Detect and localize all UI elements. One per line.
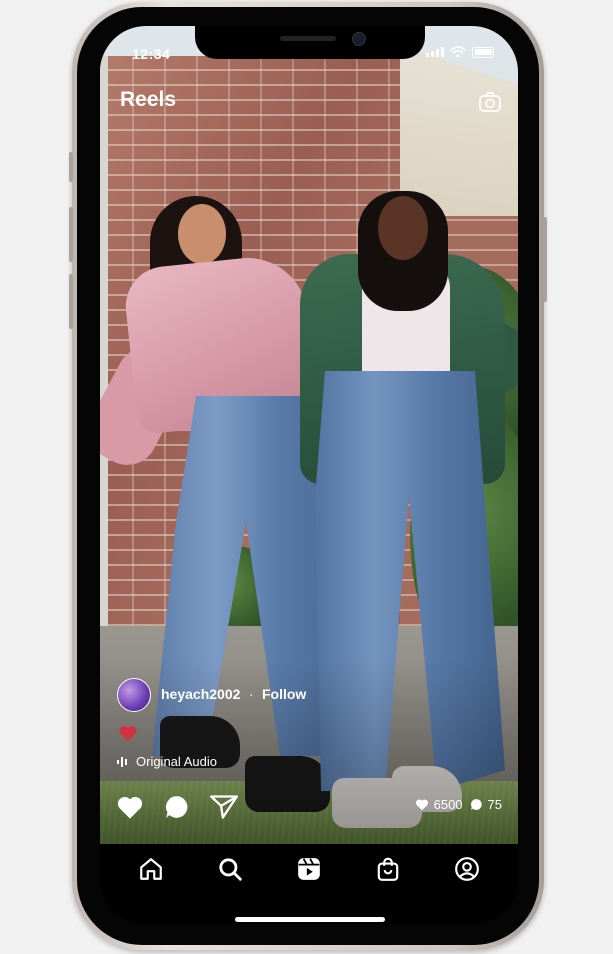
- person-right-face: [378, 196, 428, 260]
- like-icon[interactable]: [116, 794, 144, 820]
- heart-icon: [415, 799, 428, 811]
- comment-bubble-icon: [470, 799, 482, 810]
- liked-heart-icon: [119, 725, 137, 742]
- follow-button[interactable]: Follow: [262, 686, 306, 702]
- username[interactable]: heyach2002: [161, 686, 240, 702]
- comments-value: 75: [487, 797, 502, 812]
- comment-icon[interactable]: [164, 794, 190, 820]
- page-title: Reels: [120, 88, 177, 111]
- front-camera: [352, 32, 366, 46]
- nav-reels[interactable]: [294, 854, 324, 884]
- status-icons: [426, 46, 494, 58]
- audio-wave-icon: [117, 756, 127, 767]
- signal-icon: [426, 47, 444, 57]
- likes-count[interactable]: 6500: [415, 797, 463, 812]
- nav-home[interactable]: [136, 854, 166, 884]
- nav-search[interactable]: [215, 854, 245, 884]
- audio-row[interactable]: Original Audio: [117, 754, 217, 769]
- person-left-face: [178, 204, 226, 264]
- phone-screen: 12:34 Reels heyach2002 · Follow Original…: [100, 26, 518, 924]
- nav-profile[interactable]: [452, 854, 482, 884]
- action-row: [116, 794, 238, 820]
- wall-trim: [100, 56, 108, 656]
- reels-icon: [298, 858, 320, 880]
- battery-icon: [472, 46, 494, 58]
- shop-icon: [377, 857, 399, 881]
- home-icon: [140, 858, 163, 880]
- profile-icon: [454, 857, 479, 881]
- home-indicator[interactable]: [235, 917, 385, 922]
- avatar[interactable]: [117, 678, 151, 712]
- status-bar: 12:34: [100, 26, 518, 66]
- audio-label: Original Audio: [136, 754, 217, 769]
- earpiece: [280, 36, 336, 41]
- search-icon: [219, 858, 242, 881]
- mute-switch: [69, 152, 73, 182]
- status-time: 12:34: [132, 46, 171, 62]
- reel-author-row: heyach2002 · Follow: [117, 678, 306, 712]
- notch: [195, 26, 425, 59]
- engagement-counts: 6500 75: [415, 797, 502, 812]
- volume-up-button: [69, 207, 73, 262]
- power-button: [543, 217, 547, 302]
- reel-video[interactable]: [100, 26, 518, 844]
- wifi-icon: [450, 46, 466, 58]
- bottom-nav: [100, 844, 518, 924]
- nav-shop[interactable]: [373, 854, 403, 884]
- share-icon[interactable]: [210, 794, 238, 820]
- comments-count[interactable]: 75: [470, 797, 502, 812]
- camera-icon[interactable]: [478, 90, 502, 114]
- volume-down-button: [69, 274, 73, 329]
- likes-value: 6500: [433, 797, 463, 812]
- separator-dot: ·: [248, 686, 254, 702]
